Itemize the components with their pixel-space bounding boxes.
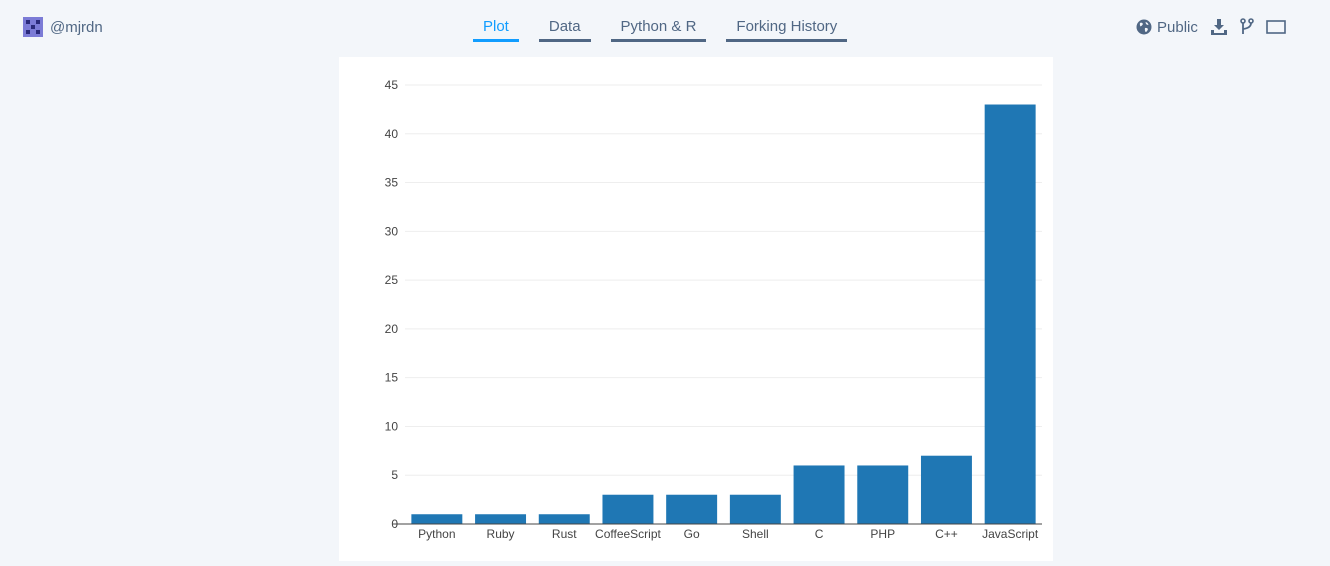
x-tick-label: Shell	[742, 527, 769, 541]
bar[interactable]	[538, 514, 590, 524]
y-tick-label: 15	[385, 371, 399, 385]
y-tick-label: 25	[385, 273, 399, 287]
download-button[interactable]	[1210, 18, 1228, 36]
x-tick-label: Go	[684, 527, 700, 541]
top-bar: @mjrdn Plot Data Python & R Forking Hist…	[0, 0, 1330, 56]
bar[interactable]	[475, 514, 527, 524]
fork-icon	[1240, 18, 1254, 34]
x-tick-label: Python	[418, 527, 455, 541]
fullscreen-button[interactable]	[1266, 19, 1286, 35]
tab-data[interactable]: Data	[538, 18, 591, 42]
avatar[interactable]	[23, 17, 43, 37]
bar[interactable]	[857, 465, 909, 524]
bar-chart[interactable]: 051015202530354045Python Ruby Rust CoffeeSc…	[339, 57, 1053, 561]
toolbar: Public	[1136, 18, 1298, 36]
x-tick-label: C	[815, 527, 824, 541]
y-tick-label: 40	[385, 127, 399, 141]
bar[interactable]	[602, 494, 654, 524]
y-tick-label: 5	[391, 468, 398, 482]
plot-panel: 0 5 10 15 20 25 30 35 40 45 Python Ruby Rust CoffeeSc…	[339, 57, 1053, 561]
y-tick-label: 45	[385, 78, 399, 92]
view-tabs: Plot Data Python & R Forking History	[473, 18, 867, 42]
y-tick-label: 35	[385, 176, 399, 190]
y-tick-label: 30	[385, 224, 399, 238]
download-icon	[1210, 19, 1227, 35]
y-tick-label: 10	[385, 419, 399, 433]
x-tick-label: PHP	[870, 527, 895, 541]
fork-button[interactable]	[1240, 18, 1254, 36]
visibility-label: Public	[1157, 18, 1198, 36]
globe-icon	[1136, 19, 1152, 35]
y-tick-label: 20	[385, 322, 399, 336]
user-profile[interactable]: @mjrdn	[23, 17, 103, 37]
bar[interactable]	[793, 465, 845, 524]
x-tick-label: C++	[935, 527, 958, 541]
fullscreen-icon	[1266, 20, 1286, 34]
visibility-toggle[interactable]: Public	[1136, 19, 1198, 36]
tab-plot[interactable]: Plot	[473, 18, 519, 42]
bar[interactable]	[411, 514, 463, 524]
x-tick-label: Ruby	[487, 527, 515, 541]
bar[interactable]	[920, 455, 972, 524]
tab-forking-history[interactable]: Forking History	[726, 18, 848, 42]
bar[interactable]	[666, 494, 718, 524]
bar[interactable]	[984, 104, 1036, 524]
x-tick-label: Rust	[552, 527, 577, 541]
bar[interactable]	[729, 494, 781, 524]
x-tick-label: JavaScript	[982, 527, 1039, 541]
username[interactable]: @mjrdn	[50, 19, 103, 36]
tab-python-r[interactable]: Python & R	[610, 18, 707, 42]
x-tick-label: CoffeeScript	[595, 527, 661, 541]
